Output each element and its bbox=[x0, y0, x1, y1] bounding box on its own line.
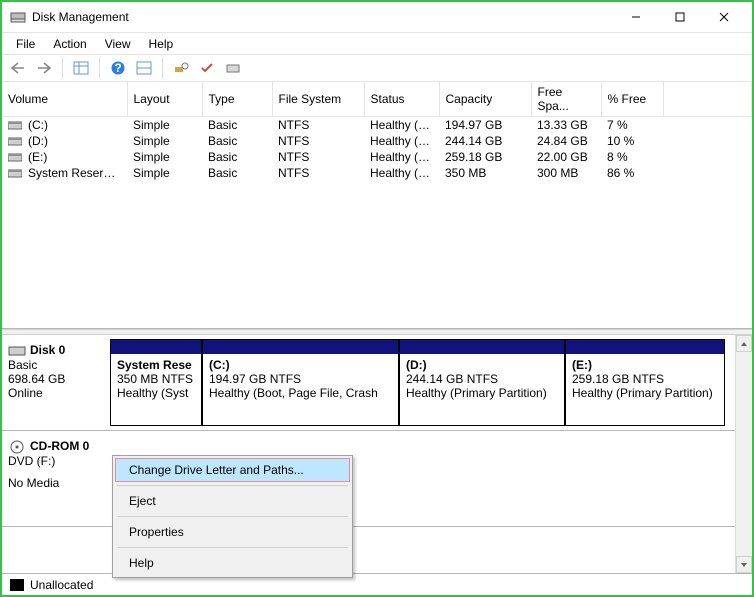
volume-row[interactable]: System ReservedSimpleBasicNTFSHealthy (S… bbox=[2, 165, 752, 181]
scroll-down-icon[interactable] bbox=[736, 556, 752, 573]
col-volume[interactable]: Volume bbox=[2, 82, 127, 117]
partition[interactable]: (E:)259.18 GB NTFSHealthy (Primary Parti… bbox=[565, 339, 725, 426]
volume-icon bbox=[8, 136, 22, 147]
disk-icon bbox=[8, 344, 26, 358]
col-status[interactable]: Status bbox=[364, 82, 439, 117]
context-menu: Change Drive Letter and Paths... Eject P… bbox=[112, 455, 353, 578]
app-icon bbox=[10, 9, 26, 25]
layout-icon[interactable] bbox=[132, 57, 156, 79]
menu-help[interactable]: Help bbox=[141, 35, 182, 53]
check-icon[interactable] bbox=[195, 57, 219, 79]
ctx-help[interactable]: Help bbox=[115, 551, 350, 575]
disk-size: 698.64 GB bbox=[8, 372, 102, 386]
disk-row[interactable]: Disk 0 Basic 698.64 GB Online System Res… bbox=[2, 335, 735, 431]
vertical-scrollbar[interactable] bbox=[735, 335, 752, 573]
minimize-button[interactable] bbox=[614, 3, 658, 31]
menu-file[interactable]: File bbox=[8, 35, 43, 53]
close-button[interactable] bbox=[702, 3, 746, 31]
window-title: Disk Management bbox=[32, 10, 129, 24]
titlebar: Disk Management bbox=[2, 2, 752, 32]
partition[interactable]: (D:)244.14 GB NTFSHealthy (Primary Parti… bbox=[399, 339, 565, 426]
settings-icon[interactable] bbox=[169, 57, 193, 79]
svg-text:?: ? bbox=[114, 61, 121, 75]
maximize-button[interactable] bbox=[658, 3, 702, 31]
volume-row[interactable]: (D:)SimpleBasicNTFSHealthy (P...244.14 G… bbox=[2, 133, 752, 149]
disk-type: Basic bbox=[8, 358, 102, 372]
help-icon[interactable]: ? bbox=[106, 57, 130, 79]
cdrom-name: CD-ROM 0 bbox=[30, 439, 89, 453]
drive-icon[interactable] bbox=[221, 57, 245, 79]
toolbar: ? bbox=[2, 54, 752, 82]
partition[interactable]: (C:)194.97 GB NTFSHealthy (Boot, Page Fi… bbox=[202, 339, 399, 426]
col-type[interactable]: Type bbox=[202, 82, 272, 117]
column-header-row: Volume Layout Type File System Status Ca… bbox=[2, 82, 752, 117]
col-layout[interactable]: Layout bbox=[127, 82, 202, 117]
col-capacity[interactable]: Capacity bbox=[439, 82, 531, 117]
volume-row[interactable]: (E:)SimpleBasicNTFSHealthy (P...259.18 G… bbox=[2, 149, 752, 165]
volume-icon bbox=[8, 120, 22, 131]
volume-grid: Volume Layout Type File System Status Ca… bbox=[2, 82, 752, 329]
ctx-properties[interactable]: Properties bbox=[115, 520, 350, 544]
cdrom-line3: No Media bbox=[8, 476, 102, 490]
view-list-icon[interactable] bbox=[69, 57, 93, 79]
menu-action[interactable]: Action bbox=[45, 35, 94, 53]
menu-view[interactable]: View bbox=[97, 35, 139, 53]
back-button[interactable] bbox=[6, 57, 30, 79]
ctx-eject[interactable]: Eject bbox=[115, 489, 350, 513]
ctx-change-drive-letter[interactable]: Change Drive Letter and Paths... bbox=[115, 458, 350, 482]
cdrom-line2: DVD (F:) bbox=[8, 454, 102, 468]
legend-label-unallocated: Unallocated bbox=[30, 578, 93, 592]
cdrom-icon bbox=[8, 440, 26, 454]
col-freespace[interactable]: Free Spa... bbox=[531, 82, 601, 117]
volume-row[interactable]: (C:)SimpleBasicNTFSHealthy (B...194.97 G… bbox=[2, 117, 752, 134]
volume-icon bbox=[8, 152, 22, 163]
partition[interactable]: System Rese350 MB NTFSHealthy (Syst bbox=[110, 339, 202, 426]
disk-state: Online bbox=[8, 386, 102, 400]
forward-button[interactable] bbox=[32, 57, 56, 79]
disk-name: Disk 0 bbox=[30, 343, 65, 357]
volume-icon bbox=[8, 168, 22, 179]
col-filesystem[interactable]: File System bbox=[272, 82, 364, 117]
col-pctfree[interactable]: % Free bbox=[601, 82, 663, 117]
menubar: File Action View Help bbox=[2, 32, 752, 54]
legend-swatch-unallocated bbox=[10, 579, 24, 591]
scroll-up-icon[interactable] bbox=[736, 335, 752, 352]
